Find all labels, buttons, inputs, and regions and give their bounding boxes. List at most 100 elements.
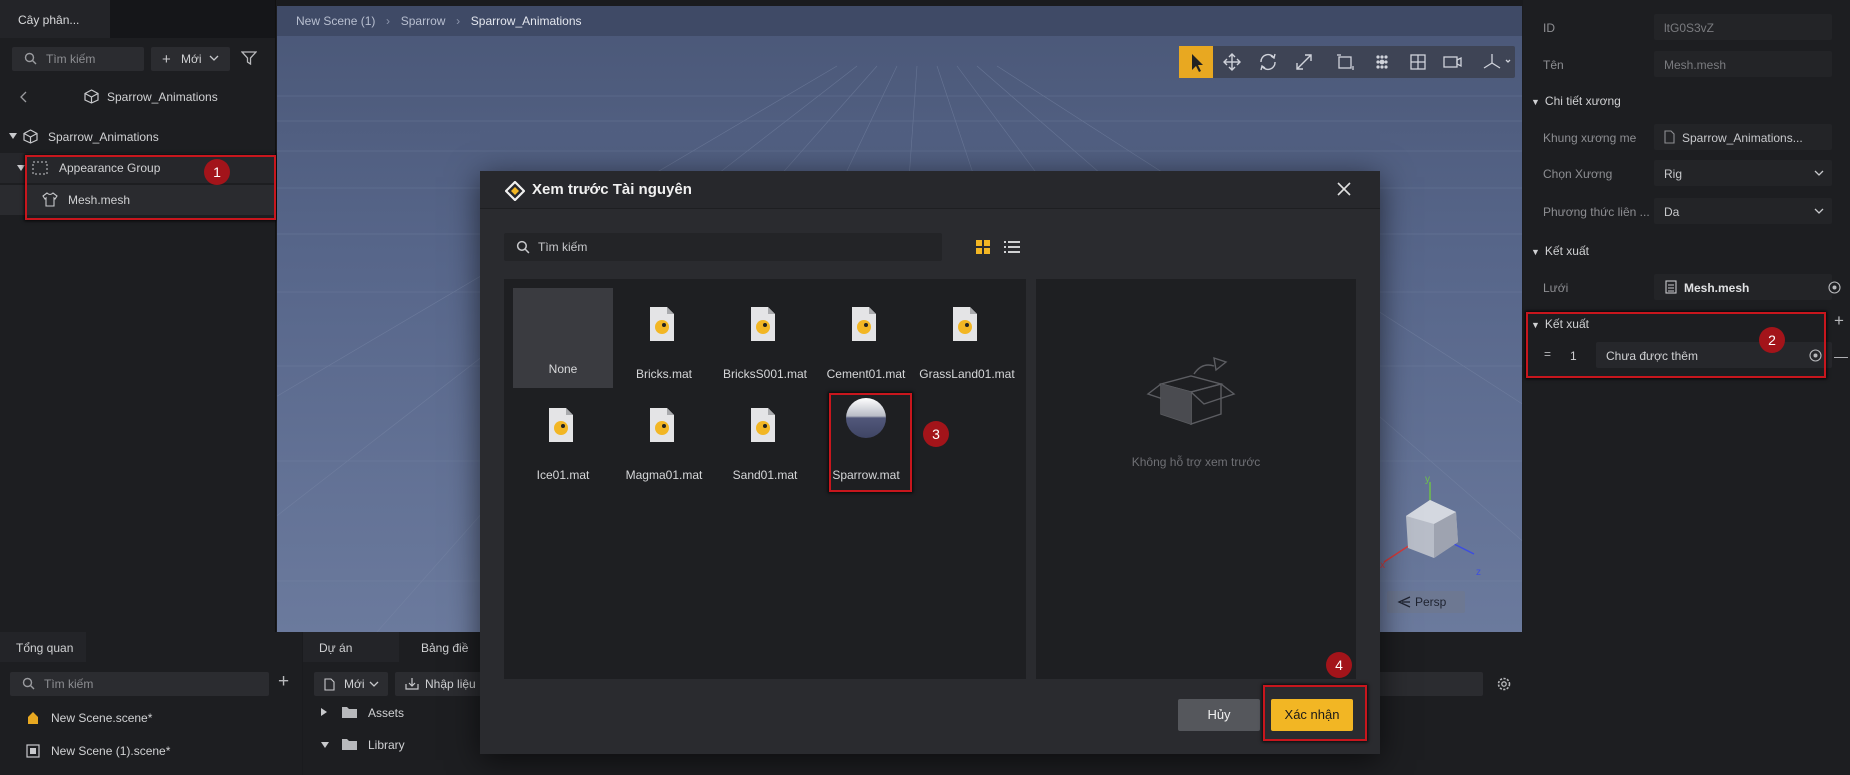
file-icon bbox=[1664, 130, 1675, 144]
folder-name: Assets bbox=[368, 706, 405, 720]
choose-bone-value: Rig bbox=[1664, 167, 1683, 181]
import-button[interactable]: Nhập liệu bbox=[395, 672, 485, 696]
parent-skeleton-value: Sparrow_Animations... bbox=[1682, 131, 1803, 145]
filter-icon[interactable] bbox=[241, 51, 257, 65]
hierarchy-tab[interactable]: Cây phân... bbox=[0, 0, 110, 38]
project-tab[interactable]: Dự án bbox=[303, 632, 399, 662]
asset-item[interactable]: Ice01.mat bbox=[513, 389, 613, 489]
mesh-file-icon bbox=[1665, 280, 1677, 294]
mesh-field[interactable]: Mesh.mesh bbox=[1654, 274, 1832, 300]
move-icon bbox=[1223, 53, 1241, 71]
hierarchy-tabbar: Cây phân... bbox=[0, 0, 275, 38]
folder-icon bbox=[341, 737, 358, 751]
transform-toolbar bbox=[1179, 46, 1515, 78]
caret-down-icon[interactable] bbox=[17, 165, 25, 171]
asset-item-none[interactable]: None bbox=[513, 288, 613, 388]
search-icon bbox=[24, 52, 37, 65]
folder-row-assets[interactable]: Assets bbox=[321, 705, 471, 729]
asset-item[interactable]: Cement01.mat bbox=[816, 288, 916, 388]
perspective-label: Persp bbox=[1415, 595, 1447, 609]
hierarchy-search-input[interactable]: Tìm kiếm bbox=[12, 47, 144, 71]
overview-tab[interactable]: Tổng quan bbox=[0, 632, 86, 662]
material-file-icon bbox=[850, 306, 878, 342]
gizmo-axis-button[interactable] bbox=[1475, 46, 1515, 78]
grid-view-icon[interactable] bbox=[976, 240, 990, 254]
caret-right-icon[interactable] bbox=[321, 708, 327, 716]
asset-item[interactable]: BricksS001.mat bbox=[715, 288, 815, 388]
choose-bone-label: Chọn Xương bbox=[1543, 167, 1613, 181]
layout-tool-button[interactable] bbox=[1401, 46, 1435, 78]
asset-item[interactable]: GrassLand01.mat bbox=[917, 288, 1017, 388]
parent-skeleton-field[interactable]: Sparrow_Animations... bbox=[1654, 124, 1832, 150]
choose-bone-select[interactable]: Rig bbox=[1654, 160, 1832, 186]
view-gizmo[interactable] bbox=[1378, 470, 1488, 590]
breadcrumb-separator-icon: › bbox=[452, 14, 464, 28]
hierarchy-back-row[interactable]: Sparrow_Animations bbox=[0, 82, 275, 112]
pivot-tool-button[interactable] bbox=[1365, 46, 1399, 78]
asset-grid: None Bricks.mat BricksS001.mat Cement01.… bbox=[504, 279, 1026, 679]
dialog-title: Xem trước Tài nguyên bbox=[532, 181, 692, 198]
close-icon[interactable] bbox=[1337, 182, 1351, 196]
parent-skeleton-label: Khung xương me bbox=[1543, 131, 1637, 145]
folder-icon bbox=[341, 705, 358, 719]
scale-icon bbox=[1296, 54, 1312, 70]
chevron-down-icon bbox=[209, 55, 219, 61]
select-tool-button[interactable] bbox=[1179, 46, 1213, 78]
render-section-header[interactable]: ▼ Kết xuất bbox=[1531, 244, 1589, 258]
camera-tool-button[interactable] bbox=[1435, 46, 1469, 78]
rotate-tool-button[interactable] bbox=[1251, 46, 1285, 78]
camera-icon bbox=[1443, 56, 1462, 68]
add-material-button[interactable]: + bbox=[1834, 311, 1844, 331]
caret-down-icon[interactable] bbox=[9, 133, 17, 139]
annotation-badge-4: 4 bbox=[1326, 652, 1352, 678]
cube-icon bbox=[23, 129, 38, 144]
import-icon bbox=[405, 677, 419, 690]
scene-icon bbox=[26, 711, 40, 725]
add-scene-button[interactable]: + bbox=[278, 671, 289, 693]
axis-y-label: y bbox=[1425, 474, 1430, 485]
highlight-box-3 bbox=[829, 393, 912, 492]
breadcrumb-item[interactable]: Sparrow bbox=[401, 14, 446, 28]
search-icon bbox=[516, 240, 530, 254]
perspective-toggle-button[interactable]: Persp bbox=[1387, 591, 1465, 613]
tree-row-root[interactable]: Sparrow_Animations bbox=[0, 122, 275, 152]
dialog-header: Xem trước Tài nguyên bbox=[480, 171, 1380, 209]
no-preview-text: Không hỗ trợ xem trước bbox=[1131, 455, 1261, 469]
id-label: ID bbox=[1543, 21, 1555, 35]
asset-item[interactable]: Bricks.mat bbox=[614, 288, 714, 388]
link-method-value: Da bbox=[1664, 205, 1680, 219]
name-field[interactable]: Mesh.mesh bbox=[1654, 51, 1832, 77]
asset-item[interactable]: Magma01.mat bbox=[614, 389, 714, 489]
caret-down-icon: ▼ bbox=[1531, 247, 1540, 257]
link-method-select[interactable]: Da bbox=[1654, 198, 1832, 224]
cancel-button[interactable]: Hủy bbox=[1178, 699, 1260, 731]
new-button[interactable]: + Mới bbox=[151, 47, 230, 71]
list-view-icon[interactable] bbox=[1004, 240, 1020, 254]
material-file-icon bbox=[951, 306, 979, 342]
mesh-label: Lưới bbox=[1543, 281, 1569, 295]
caret-down-icon[interactable] bbox=[321, 742, 329, 748]
mesh-picker-icon[interactable] bbox=[1828, 281, 1841, 294]
settings-gear-icon[interactable] bbox=[1496, 676, 1512, 692]
axis-x-label: x bbox=[1380, 560, 1385, 571]
remove-material-button[interactable]: — bbox=[1834, 348, 1848, 364]
hierarchy-panel: Cây phân... Tìm kiếm + Mới Sparrow_Anima… bbox=[0, 0, 276, 632]
chevron-down-icon bbox=[369, 681, 379, 687]
project-new-button[interactable]: Mới bbox=[314, 672, 388, 696]
material-file-icon bbox=[749, 407, 777, 443]
chevron-left-icon[interactable] bbox=[20, 91, 27, 103]
dialog-search-input[interactable]: Tìm kiếm bbox=[504, 233, 942, 261]
rect-tool-button[interactable] bbox=[1329, 46, 1363, 78]
move-tool-button[interactable] bbox=[1215, 46, 1249, 78]
layout-icon bbox=[1410, 54, 1426, 70]
skeleton-section-header[interactable]: ▼ Chi tiết xương bbox=[1531, 94, 1621, 108]
asset-item[interactable]: Sand01.mat bbox=[715, 389, 815, 489]
axis-gizmo-icon bbox=[1483, 54, 1511, 69]
search-icon bbox=[22, 677, 35, 690]
breadcrumb-item[interactable]: New Scene (1) bbox=[296, 14, 375, 28]
overview-search-input[interactable]: Tìm kiếm bbox=[10, 672, 269, 696]
caret-down-icon: ▼ bbox=[1531, 97, 1540, 107]
folder-row-library[interactable]: Library bbox=[321, 737, 471, 761]
scale-tool-button[interactable] bbox=[1287, 46, 1321, 78]
id-field[interactable]: ltG0S3vZ bbox=[1654, 14, 1832, 40]
